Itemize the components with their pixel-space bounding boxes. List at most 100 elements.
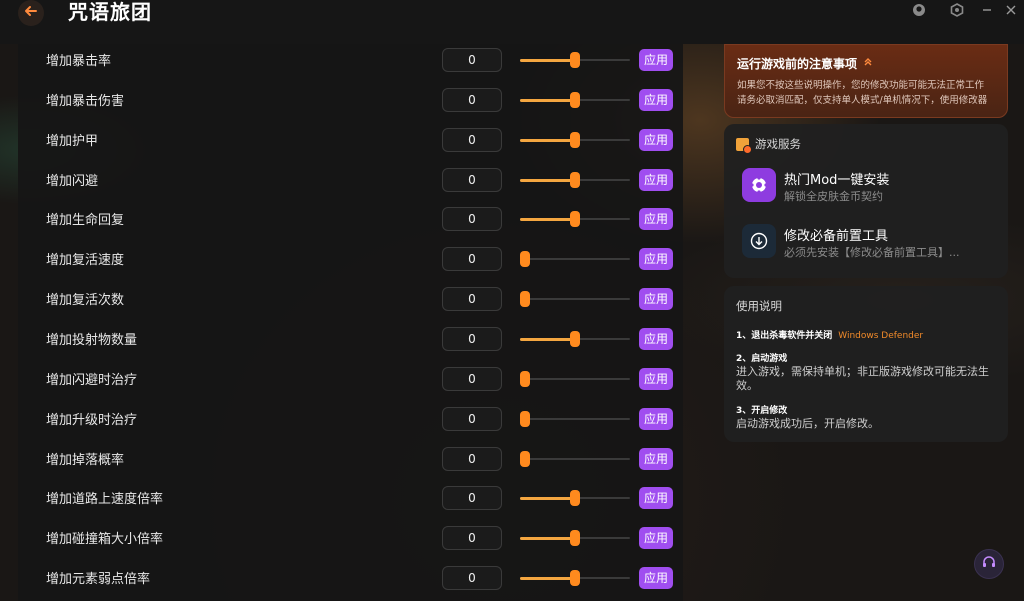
cheat-value-input[interactable]: [442, 287, 502, 312]
cheat-row: 增加暴击率 应用: [18, 44, 683, 84]
cheat-row: 增加复活速度 应用: [18, 243, 683, 283]
cheat-slider[interactable]: [520, 330, 630, 347]
apply-button[interactable]: 应用: [639, 208, 673, 231]
slider-thumb[interactable]: [520, 370, 530, 387]
slider-thumb[interactable]: [520, 450, 530, 467]
mod-install-item[interactable]: 热门Mod一键安装 解锁全皮肤金币契约: [742, 168, 1002, 208]
cheat-slider[interactable]: [520, 251, 630, 268]
cheat-value-input[interactable]: [442, 526, 502, 551]
slider-thumb[interactable]: [520, 291, 530, 308]
usage-step-1-head: 1、退出杀毒软件并关闭: [736, 331, 833, 341]
cheat-slider[interactable]: [520, 530, 630, 547]
apply-button[interactable]: 应用: [639, 487, 673, 510]
download-icon: [742, 224, 776, 258]
cheat-slider[interactable]: [520, 570, 630, 587]
box-icon: [736, 137, 752, 154]
slider-thumb[interactable]: [520, 251, 530, 268]
usage-step-2: 2、启动游戏 进入游戏，需保持单机；非正版游戏修改可能无法生效。: [736, 351, 996, 393]
cheat-slider[interactable]: [520, 450, 630, 467]
cheat-slider[interactable]: [520, 52, 630, 68]
slider-fill: [520, 577, 574, 581]
cheat-slider[interactable]: [520, 91, 630, 108]
cheat-slider[interactable]: [520, 211, 630, 228]
cheat-row: 增加闪避时治疗 应用: [18, 363, 683, 403]
cheat-value-input[interactable]: [442, 167, 502, 192]
close-button[interactable]: [1000, 2, 1022, 22]
cheat-slider[interactable]: [520, 291, 630, 308]
notice-header[interactable]: 运行游戏前的注意事项: [737, 55, 995, 72]
slider-thumb[interactable]: [570, 330, 580, 347]
apply-button[interactable]: 应用: [639, 367, 673, 390]
apply-button[interactable]: 应用: [639, 168, 673, 191]
cheat-label: 增加闪避时治疗: [46, 372, 138, 388]
prerequisite-tool-item[interactable]: 修改必备前置工具 必须先安装【修改必备前置工具】...: [742, 224, 1002, 264]
apply-button[interactable]: 应用: [639, 248, 673, 271]
service-heading: 游戏服务: [755, 137, 801, 151]
cheat-row: 增加投射物数量 应用: [18, 323, 683, 363]
apply-button[interactable]: 应用: [639, 327, 673, 350]
cheat-slider[interactable]: [520, 490, 630, 507]
cheat-label: 增加暴击率: [46, 54, 112, 69]
apply-button[interactable]: 应用: [639, 88, 673, 111]
cheat-slider[interactable]: [520, 131, 630, 148]
slider-fill: [520, 337, 574, 341]
slider-fill: [520, 178, 574, 182]
cheat-value-input[interactable]: [442, 247, 502, 272]
cheat-slider[interactable]: [520, 410, 630, 427]
cheat-label: 增加复活速度: [46, 253, 125, 269]
cheat-row: 增加复活次数 应用: [18, 283, 683, 323]
apply-button[interactable]: 应用: [639, 128, 673, 151]
chevron-up-icon[interactable]: [863, 57, 873, 70]
cheat-value-input[interactable]: [442, 127, 502, 152]
cheat-row: 增加升级时治疗 应用: [18, 403, 683, 443]
usage-step-2-body: 进入游戏，需保持单机；非正版游戏修改可能无法生效。: [736, 365, 989, 392]
usage-instructions-panel: 使用说明 1、退出杀毒软件并关闭 Windows Defender 2、启动游戏 …: [724, 286, 1008, 442]
settings-button[interactable]: [946, 2, 968, 22]
apply-button[interactable]: 应用: [639, 447, 673, 470]
slider-thumb[interactable]: [570, 171, 580, 188]
cheat-value-input[interactable]: [442, 87, 502, 112]
slider-thumb[interactable]: [570, 52, 580, 68]
apply-button[interactable]: 应用: [639, 288, 673, 311]
slider-thumb[interactable]: [570, 490, 580, 507]
slider-fill: [520, 537, 574, 541]
cheat-row: 增加暴击伤害 应用: [18, 84, 683, 124]
cheat-value-input[interactable]: [442, 566, 502, 591]
close-icon: [1005, 4, 1017, 20]
notice-line-1: 如果您不按这些说明操作，您的修改功能可能无法正常工作: [737, 80, 985, 91]
slider-thumb[interactable]: [570, 131, 580, 148]
minimize-button[interactable]: [976, 2, 998, 22]
cheat-value-input[interactable]: [442, 446, 502, 471]
cheat-row: 增加道路上速度倍率 应用: [18, 482, 683, 522]
cheat-value-input[interactable]: [442, 406, 502, 431]
cheat-slider[interactable]: [520, 370, 630, 387]
cheat-label: 增加升级时治疗: [46, 412, 138, 428]
apply-button[interactable]: 应用: [639, 527, 673, 550]
slider-thumb[interactable]: [570, 530, 580, 547]
cheat-value-input[interactable]: [442, 326, 502, 351]
cheat-slider[interactable]: [520, 171, 630, 188]
apply-button[interactable]: 应用: [639, 407, 673, 430]
slider-fill: [520, 497, 574, 501]
game-service-panel: 游戏服务 热门Mod一键安装 解锁全皮肤金币契约 修改必备前置工具 必须先安装【…: [724, 124, 1008, 278]
notice-panel: 运行游戏前的注意事项 如果您不按这些说明操作，您的修改功能可能无法正常工作 请务…: [724, 44, 1008, 118]
apply-button[interactable]: 应用: [639, 49, 673, 71]
apply-button[interactable]: 应用: [639, 567, 673, 590]
minimize-icon: [981, 4, 993, 20]
cheat-value-input[interactable]: [442, 207, 502, 232]
account-button[interactable]: [908, 2, 930, 22]
slider-thumb[interactable]: [570, 211, 580, 228]
slider-thumb[interactable]: [520, 410, 530, 427]
cheat-value-input[interactable]: [442, 48, 502, 72]
cheat-row: 增加生命回复 应用: [18, 203, 683, 243]
mod-install-title: 热门Mod一键安装: [784, 173, 890, 188]
cheat-value-input[interactable]: [442, 366, 502, 391]
slider-thumb[interactable]: [570, 91, 580, 108]
slider-track: [520, 258, 630, 261]
usage-step-2-head: 2、启动游戏: [736, 354, 788, 364]
slider-thumb[interactable]: [570, 570, 580, 587]
back-button[interactable]: [18, 0, 44, 26]
cheat-value-input[interactable]: [442, 486, 502, 511]
slider-track: [520, 298, 630, 301]
support-button[interactable]: [974, 549, 1004, 579]
